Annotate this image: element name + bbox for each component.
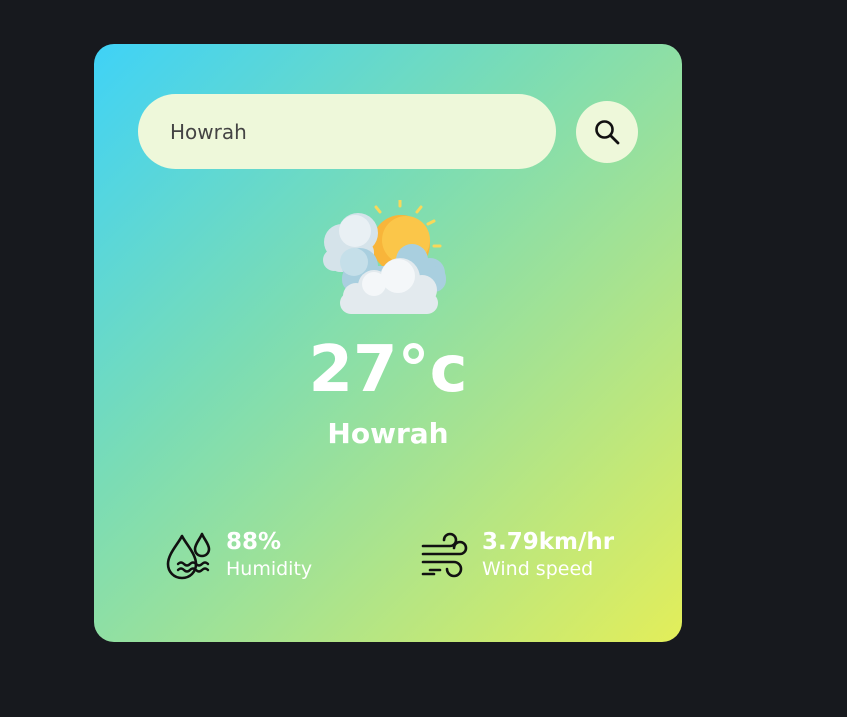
humidity-label: Humidity xyxy=(226,558,313,580)
humidity-icon xyxy=(166,532,211,580)
temperature: 27°c xyxy=(308,333,468,407)
city-name: Howrah xyxy=(327,417,449,450)
humidity-value: 88% xyxy=(226,529,282,555)
search-icon xyxy=(595,120,620,145)
wind-label: Wind speed xyxy=(482,558,594,580)
wind-icon xyxy=(421,532,468,578)
wind-detail: 3.79km/hr Wind speed xyxy=(420,528,614,582)
search-input[interactable] xyxy=(138,94,556,169)
search-button[interactable] xyxy=(576,101,638,163)
weather-card: 27°c Howrah 88% Humidity 3.79km/hr Wind … xyxy=(94,44,682,642)
wind-value: 3.79km/hr xyxy=(482,529,615,555)
partly-cloudy-icon xyxy=(323,200,446,314)
humidity-detail: 88% Humidity xyxy=(164,528,312,582)
